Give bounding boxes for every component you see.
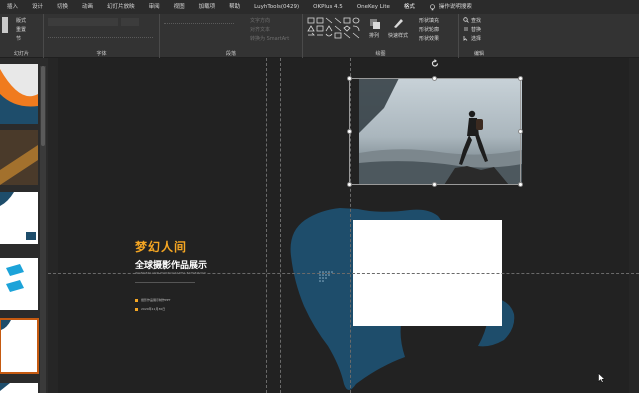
tab-insert[interactable]: 插入 <box>0 0 25 14</box>
drawing-group-label: 绘图 <box>375 51 386 57</box>
font-group: 字体 <box>44 14 160 58</box>
tab-review[interactable]: 审阅 <box>142 0 167 14</box>
quick-styles-icon[interactable] <box>392 17 404 29</box>
resize-handle-se[interactable] <box>518 182 523 187</box>
slide-thumbnail[interactable] <box>0 258 38 310</box>
editing-group-label: 编辑 <box>473 51 484 57</box>
slide-thumbnail-pane <box>0 58 48 393</box>
paragraph-group-label: 段落 <box>225 51 236 57</box>
find-icon <box>463 17 469 23</box>
shape-fill-button[interactable]: 形状填充 <box>419 17 439 24</box>
tab-design[interactable]: 设计 <box>25 0 50 14</box>
tell-me-search[interactable]: 操作说明搜索 <box>422 0 479 14</box>
tab-addins[interactable]: 加载项 <box>192 0 223 14</box>
shape-outline-button[interactable]: 形状轮廓 <box>419 26 439 33</box>
font-group-label: 字体 <box>96 51 107 57</box>
ribbon-tabs: 插入 设计 切换 动画 幻灯片放映 审阅 视图 加载项 帮助 LuyhTools… <box>0 0 639 15</box>
text-direction-button[interactable]: 文字方向 <box>250 17 270 24</box>
slide-thumbnail-selected[interactable] <box>0 318 39 374</box>
title-divider <box>135 282 195 283</box>
arrange-icon[interactable] <box>369 18 381 30</box>
tell-me-label: 操作说明搜索 <box>438 4 472 10</box>
resize-handle-s[interactable] <box>432 182 437 187</box>
horizontal-guide[interactable] <box>48 273 639 274</box>
info-line-1-text: 摄影作品展示制作PPT <box>141 298 171 302</box>
tab-luyhtools[interactable]: LuyhTools(0429) <box>247 0 306 14</box>
lightbulb-icon <box>429 3 435 10</box>
thumbnail-scrollbar[interactable] <box>40 66 46 393</box>
smartart-button[interactable]: 转换为 SmartArt <box>250 35 289 42</box>
tab-format[interactable]: 格式 <box>396 0 422 15</box>
resize-handle-sw[interactable] <box>347 182 352 187</box>
selection-box <box>349 78 521 185</box>
info-line-2[interactable]: 2020年11月30日 <box>135 307 165 311</box>
shape-effects-button[interactable]: 形状效果 <box>419 35 439 42</box>
tab-slideshow[interactable]: 幻灯片放映 <box>100 0 142 14</box>
slides-group: 版式 重置 节 幻灯片 <box>0 14 44 58</box>
section-button[interactable]: 节 <box>16 35 21 42</box>
font-name-box[interactable] <box>48 18 118 26</box>
font-size-box[interactable] <box>121 18 139 26</box>
replace-button[interactable]: 替换 <box>471 26 481 33</box>
slide-thumbnail[interactable] <box>0 130 38 185</box>
select-button[interactable]: 选择 <box>471 35 481 42</box>
tab-transitions[interactable]: 切换 <box>50 0 75 14</box>
tab-help[interactable]: 帮助 <box>222 0 247 14</box>
vertical-guide[interactable] <box>266 58 267 393</box>
resize-handle-e[interactable] <box>518 129 523 134</box>
slide-thumbnail[interactable] <box>0 192 38 244</box>
resize-handle-n[interactable] <box>432 76 437 81</box>
select-icon <box>463 36 468 41</box>
editing-group: 查找 替换 选择 编辑 <box>459 14 499 58</box>
arrange-label[interactable]: 排列 <box>369 32 379 39</box>
info-line-1[interactable]: 摄影作品展示制作PPT <box>135 298 170 302</box>
reset-button[interactable]: 重置 <box>16 26 26 33</box>
scrollbar-thumb[interactable] <box>41 66 45 146</box>
resize-handle-nw[interactable] <box>347 76 352 81</box>
tab-view[interactable]: 视图 <box>167 0 192 14</box>
slide-thumbnail[interactable] <box>0 64 38 124</box>
slide-canvas: 梦幻人间 全球摄影作品展示 WONDERLAND PHOTOGRAPHY EXH… <box>48 58 639 393</box>
tab-animations[interactable]: 动画 <box>75 0 100 14</box>
drawing-group: 排列 快速样式 形状填充 形状轮廓 形状效果 绘图 <box>303 14 459 58</box>
slide-subtitle[interactable]: 全球摄影作品展示 <box>135 258 207 271</box>
resize-handle-w[interactable] <box>347 129 352 134</box>
vertical-guide[interactable] <box>280 58 281 393</box>
bullet-dot <box>135 298 138 302</box>
shapes-gallery[interactable] <box>307 17 363 45</box>
align-text-button[interactable]: 对齐文本 <box>250 26 270 33</box>
list-buttons[interactable] <box>164 18 234 24</box>
slide-thumbnail[interactable] <box>0 383 38 393</box>
tab-okplus[interactable]: OKPlus 4.5 <box>306 0 350 14</box>
find-button[interactable]: 查找 <box>471 17 481 24</box>
rotate-icon[interactable] <box>431 59 439 68</box>
slides-group-label: 幻灯片 <box>13 51 29 57</box>
quick-styles-label[interactable]: 快速样式 <box>388 32 408 39</box>
tab-onekey[interactable]: OneKey Lite <box>350 0 397 14</box>
paragraph-group: 文字方向 对齐文本 转换为 SmartArt 段落 <box>160 14 303 58</box>
resize-handle-ne[interactable] <box>518 76 523 81</box>
slide-title[interactable]: 梦幻人间 <box>135 238 187 255</box>
slide: 梦幻人间 全球摄影作品展示 WONDERLAND PHOTOGRAPHY EXH… <box>58 58 629 393</box>
font-format-buttons[interactable] <box>48 32 153 38</box>
replace-icon <box>464 27 468 31</box>
layout-button[interactable]: 版式 <box>16 17 26 24</box>
bullet-dot <box>135 307 138 311</box>
ribbon: 版式 重置 节 幻灯片 字体 文字方向 对齐文本 转换为 SmartArt 段落… <box>0 14 639 58</box>
mouse-cursor-icon <box>598 373 605 383</box>
info-line-2-text: 2020年11月30日 <box>141 307 166 311</box>
new-slide-button[interactable] <box>2 17 8 33</box>
